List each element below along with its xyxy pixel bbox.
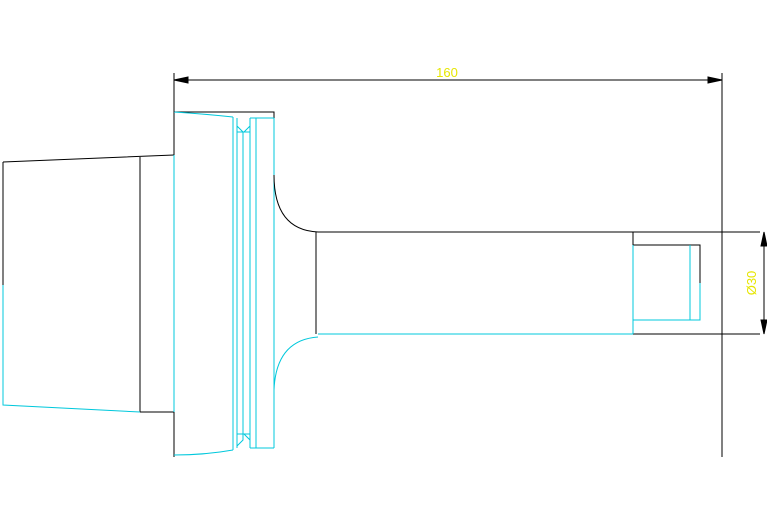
taper-cone bbox=[2, 154, 175, 413]
flange-outline-cyan bbox=[173, 111, 275, 456]
diameter-dimension bbox=[760, 231, 767, 335]
diameter-arrow-top bbox=[760, 231, 767, 247]
diameter-arrow-bottom bbox=[760, 319, 767, 335]
length-arrow-right bbox=[707, 76, 723, 84]
diameter-dimension-text: Ø30 bbox=[744, 271, 759, 296]
lower-fillet bbox=[273, 336, 319, 391]
length-arrow-left bbox=[173, 76, 189, 84]
cone-outline-cyan bbox=[2, 285, 141, 413]
cad-drawing: 160 Ø30 bbox=[2, 65, 767, 457]
cone-outline-black bbox=[2, 154, 175, 413]
neck-fillets bbox=[273, 174, 319, 391]
flange-outline-black bbox=[173, 111, 275, 457]
flange bbox=[173, 111, 275, 457]
end-slot bbox=[632, 232, 701, 334]
length-dimension-text: 160 bbox=[436, 65, 458, 80]
upper-fillet bbox=[273, 174, 319, 233]
slot-cyan bbox=[632, 245, 701, 334]
shank bbox=[315, 231, 760, 335]
